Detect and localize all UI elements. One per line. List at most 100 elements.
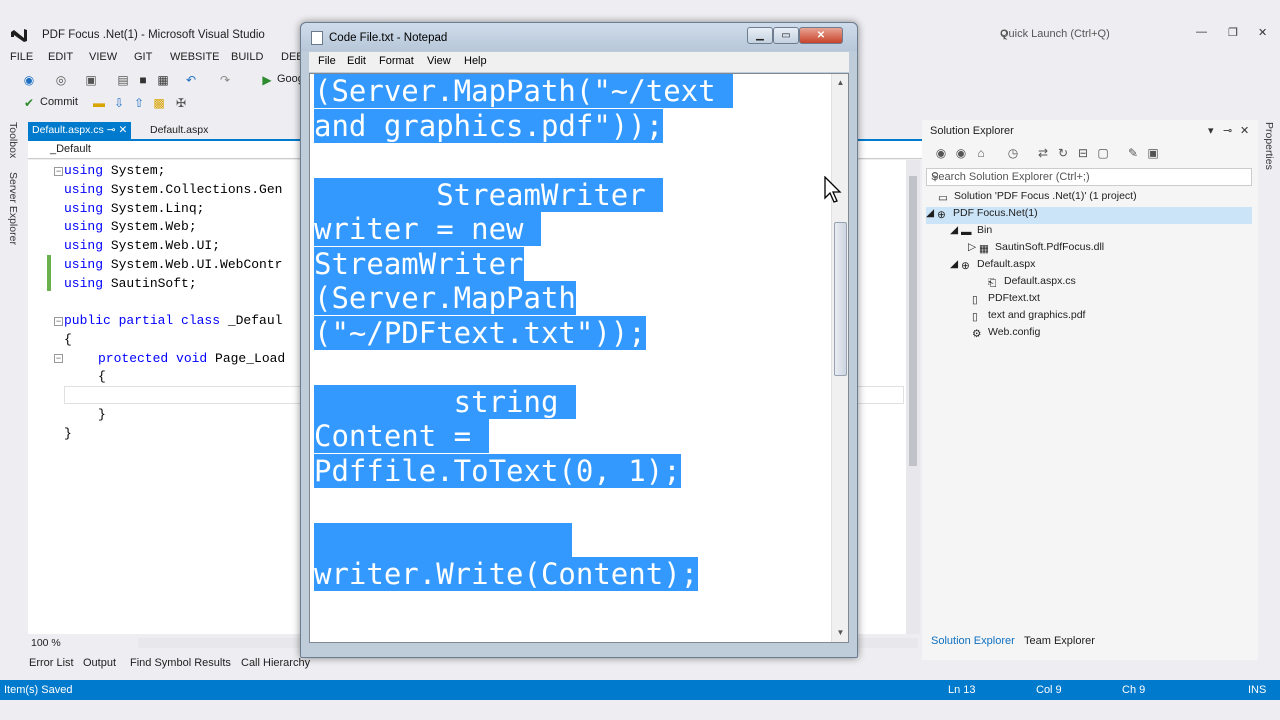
- expand-icon[interactable]: ◢: [950, 258, 961, 270]
- properties-tab[interactable]: Properties: [1263, 122, 1275, 170]
- folder-icon[interactable]: ▬: [92, 96, 106, 110]
- expand-icon[interactable]: ◢: [950, 224, 961, 236]
- notepad-vertical-scrollbar[interactable]: ▲ ▼: [831, 74, 848, 642]
- open-file-icon[interactable]: ▤: [116, 73, 130, 87]
- dropdown-icon[interactable]: ▾: [1208, 124, 1214, 137]
- menu-git[interactable]: GIT: [134, 51, 152, 63]
- code-line: }: [64, 426, 72, 441]
- text-file-icon: ▯: [972, 294, 978, 306]
- notepad-menu-view[interactable]: View: [427, 55, 451, 67]
- tab-team-explorer[interactable]: Team Explorer: [1024, 635, 1095, 647]
- notepad-text-area[interactable]: (Server.MapPath("~/text and graphics.pdf…: [309, 73, 849, 643]
- home-icon[interactable]: ⌂: [974, 146, 988, 160]
- collapsed-icon[interactable]: ▷: [968, 241, 979, 253]
- quick-launch-input[interactable]: Quick Launch (Ctrl+Q) ⚲: [995, 24, 1187, 44]
- zoom-level[interactable]: 100 %: [31, 637, 61, 649]
- mouse-cursor-icon: [824, 176, 842, 203]
- status-bar: Item(s) Saved Ln 13 Col 9 Ch 9 INS: [0, 680, 1280, 700]
- status-line: Ln 13: [948, 684, 976, 696]
- collapse-icon[interactable]: −: [54, 167, 63, 176]
- code-line: using System.Collections.Gen: [64, 182, 283, 197]
- class-dropdown[interactable]: _Default: [50, 143, 91, 155]
- start-debugging-icon[interactable]: ▶: [260, 73, 274, 87]
- tree-item-dll[interactable]: ▷ ▦ SautinSoft.PdfFocus.dll: [968, 241, 1104, 258]
- tab-output[interactable]: Output: [83, 657, 116, 669]
- show-all-files-icon[interactable]: ▢: [1096, 146, 1110, 160]
- refresh-icon[interactable]: ↻: [1056, 146, 1070, 160]
- search-icon: ⚲: [931, 171, 940, 183]
- redo-icon[interactable]: ↷: [218, 73, 232, 87]
- tools-icon[interactable]: ✠: [174, 96, 188, 110]
- close-icon[interactable]: ✕: [1258, 26, 1267, 39]
- expand-icon[interactable]: ◢: [926, 207, 937, 219]
- solution-explorer-toolbar: ◉ ◉ ⌂ ◷ ⇄ ↻ ⊟ ▢ ✎ ▣: [922, 142, 1258, 166]
- notepad-title-bar[interactable]: Code File.txt - Notepad ▁ ▭ ✕: [301, 23, 857, 51]
- menu-edit[interactable]: EDIT: [48, 51, 73, 63]
- text-line: string: [314, 384, 576, 420]
- scroll-up-icon[interactable]: ▲: [834, 76, 847, 90]
- toolbox-tab[interactable]: Toolbox: [7, 122, 19, 158]
- pull-icon[interactable]: ⇩: [112, 96, 126, 110]
- tree-item-default-aspx[interactable]: ◢ ⊕ Default.aspx: [950, 258, 1035, 275]
- server-explorer-tab[interactable]: Server Explorer: [7, 172, 19, 245]
- menu-build[interactable]: BUILD: [231, 51, 263, 63]
- scrollbar-thumb[interactable]: [909, 176, 917, 466]
- commit-button[interactable]: Commit: [40, 96, 78, 108]
- close-icon[interactable]: ✕: [799, 27, 843, 44]
- maximize-icon[interactable]: ❐: [1228, 26, 1238, 39]
- save-icon[interactable]: ■: [136, 73, 150, 87]
- tab-find-symbol-results[interactable]: Find Symbol Results: [130, 657, 231, 669]
- tab-default-aspx-cs[interactable]: Default.aspx.cs ⊸ ✕: [28, 122, 132, 140]
- tab-default-aspx[interactable]: Default.aspx: [146, 122, 212, 140]
- new-project-icon[interactable]: ▣: [84, 73, 98, 87]
- forward-icon[interactable]: ◉: [954, 146, 968, 160]
- pin-icon[interactable]: ⊸: [1223, 124, 1232, 137]
- status-column: Col 9: [1036, 684, 1062, 696]
- notepad-menu-edit[interactable]: Edit: [347, 55, 366, 67]
- minimize-icon[interactable]: ▁: [747, 27, 773, 44]
- scrollbar-thumb[interactable]: [834, 222, 847, 376]
- tab-error-list[interactable]: Error List: [29, 657, 74, 669]
- history-icon[interactable]: ◷: [1006, 146, 1020, 160]
- tree-item-solution[interactable]: ▭ Solution 'PDF Focus .Net(1)' (1 project…: [938, 190, 1137, 207]
- maximize-icon[interactable]: ▭: [773, 27, 799, 44]
- sync-icon[interactable]: ⇄: [1036, 146, 1050, 160]
- scroll-down-icon[interactable]: ▼: [834, 626, 847, 640]
- properties-icon[interactable]: ✎: [1126, 146, 1140, 160]
- notepad-menu-format[interactable]: Format: [379, 55, 414, 67]
- tab-call-hierarchy[interactable]: Call Hierarchy: [241, 657, 310, 669]
- back-icon[interactable]: ◉: [934, 146, 948, 160]
- stash-icon[interactable]: ▩: [152, 96, 166, 110]
- solution-search-input[interactable]: Search Solution Explorer (Ctrl+;) ⚲: [926, 168, 1252, 186]
- notepad-menu-file[interactable]: File: [318, 55, 336, 67]
- menu-view[interactable]: VIEW: [89, 51, 117, 63]
- menu-file[interactable]: FILE: [10, 51, 33, 63]
- save-all-icon[interactable]: ▦: [156, 73, 170, 87]
- minimize-icon[interactable]: —: [1196, 26, 1207, 38]
- push-icon[interactable]: ⇧: [132, 96, 146, 110]
- editor-vertical-scrollbar[interactable]: [906, 160, 920, 634]
- pdf-file-icon: ▯: [972, 311, 978, 323]
- collapse-icon[interactable]: −: [54, 317, 63, 326]
- back-icon[interactable]: ◉: [22, 73, 36, 87]
- tree-item-bin[interactable]: ◢ ▬ Bin: [950, 224, 992, 241]
- close-tab-icon[interactable]: ✕: [118, 124, 127, 136]
- tree-item-pdftext[interactable]: ▯ PDFtext.txt: [972, 292, 1040, 309]
- collapse-all-icon[interactable]: ⊟: [1076, 146, 1090, 160]
- solution-explorer-footer: Solution Explorer Team Explorer: [922, 632, 1258, 652]
- notepad-menu-help[interactable]: Help: [464, 55, 487, 67]
- tree-item-project[interactable]: ◢ ⊕ PDF Focus.Net(1): [926, 207, 1252, 224]
- tree-item-web-config[interactable]: ⚙ Web.config: [972, 326, 1040, 343]
- commit-icon[interactable]: ✔: [22, 96, 36, 110]
- tree-item-default-aspx-cs[interactable]: ⎗ Default.aspx.cs: [988, 275, 1076, 292]
- tab-solution-explorer[interactable]: Solution Explorer: [931, 635, 1015, 647]
- close-icon[interactable]: ✕: [1240, 124, 1249, 137]
- tree-item-pdf[interactable]: ▯ text and graphics.pdf: [972, 309, 1085, 326]
- change-marker: [47, 255, 51, 291]
- undo-icon[interactable]: ↶: [184, 73, 198, 87]
- forward-icon[interactable]: ◎: [54, 73, 68, 87]
- pin-icon[interactable]: ⊸: [107, 124, 119, 136]
- menu-website[interactable]: WEBSITE: [170, 51, 220, 63]
- preview-icon[interactable]: ▣: [1146, 146, 1160, 160]
- collapse-icon[interactable]: −: [54, 354, 63, 363]
